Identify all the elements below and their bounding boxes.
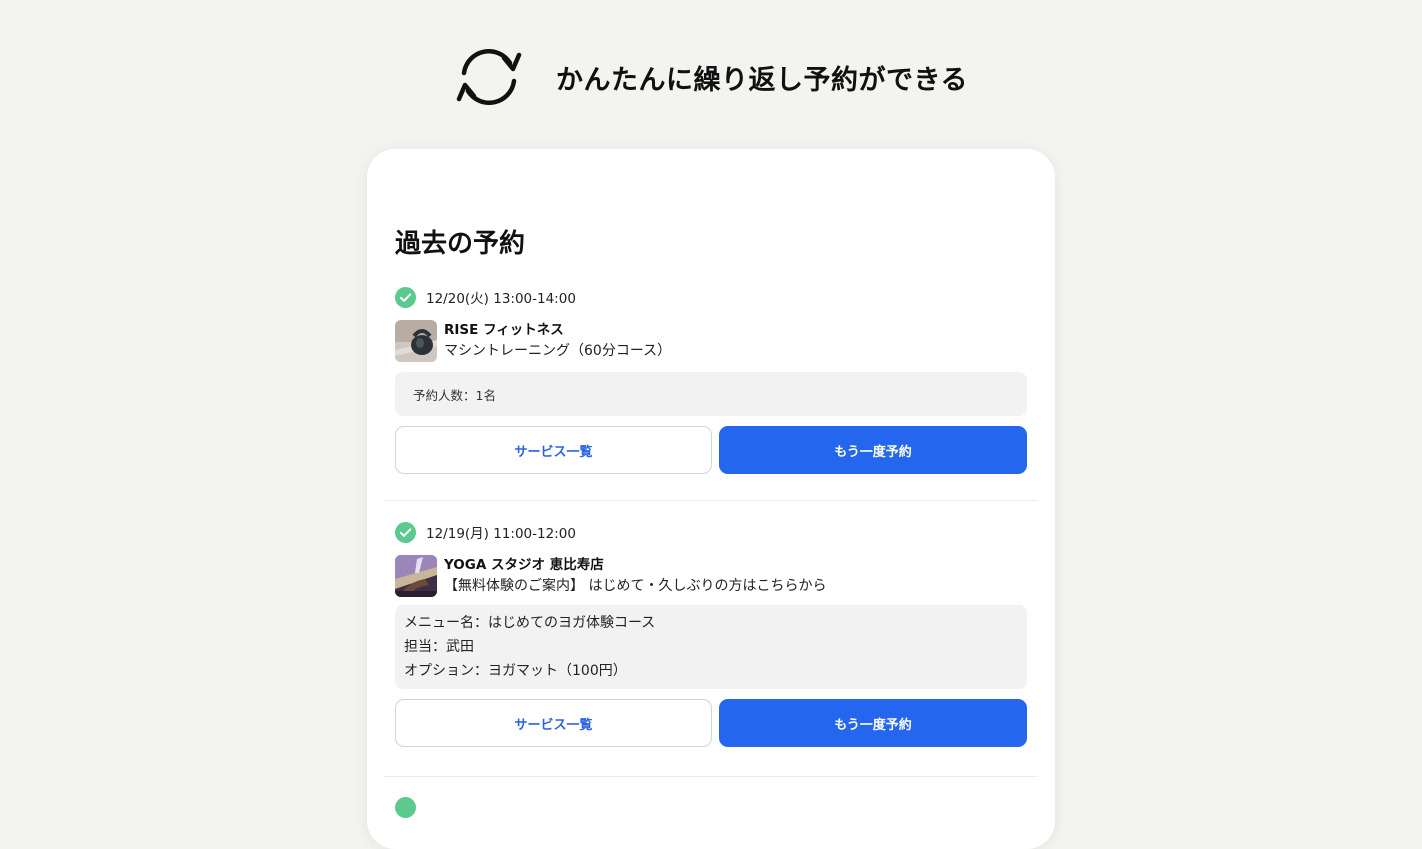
detail-line: 予約人数：1名 xyxy=(413,388,496,403)
kettlebell-image xyxy=(395,320,437,362)
detail-line: メニュー名：はじめてのヨガ体験コース xyxy=(404,615,656,631)
booking-details: メニュー名：はじめてのヨガ体験コース 担当：武田 オプション：ヨガマット（100… xyxy=(395,605,1027,689)
booking-item: 12/20(火) 13:00-14:00 RISE フィットネス マシントレーニ… xyxy=(395,286,1027,474)
hero-title: かんたんに繰り返し予約ができる xyxy=(556,64,968,96)
shop-row: RISE フィットネス マシントレーニング（60分コース） xyxy=(395,320,1027,362)
shop-row: YOGA スタジオ 恵比寿店 【無料体験のご案内】 はじめて・久しぶりの方はこち… xyxy=(395,555,1027,597)
shop-thumbnail xyxy=(395,555,437,597)
detail-line: オプション：ヨガマット（100円） xyxy=(404,663,627,679)
service-list-button[interactable]: サービス一覧 xyxy=(395,426,712,474)
booking-date-row: 12/19(月) 11:00-12:00 xyxy=(395,521,1027,543)
shop-name[interactable]: RISE フィットネス xyxy=(444,320,671,340)
service-list-button[interactable]: サービス一覧 xyxy=(395,699,712,747)
service-name: マシントレーニング（60分コース） xyxy=(444,343,672,359)
shop-name[interactable]: YOGA スタジオ 恵比寿店 xyxy=(444,555,826,575)
divider xyxy=(384,776,1038,777)
booking-date: 12/19(月) 11:00-12:00 xyxy=(426,526,576,542)
booking-actions: サービス一覧 もう一度予約 xyxy=(395,426,1027,474)
past-bookings-card: 過去の予約 12/20(火) 13:00-14:00 RISE フィットネス マ… xyxy=(367,149,1055,849)
service-name: 【無料体験のご案内】 はじめて・久しぶりの方はこちらから xyxy=(444,578,827,594)
refresh-icon xyxy=(456,48,522,106)
rebook-button[interactable]: もう一度予約 xyxy=(719,699,1027,747)
booking-date: 12/20(火) 13:00-14:00 xyxy=(426,291,576,307)
rebook-button[interactable]: もう一度予約 xyxy=(719,426,1027,474)
hero-header: かんたんに繰り返し予約ができる xyxy=(0,44,1422,110)
booking-date-row: 12/20(火) 13:00-14:00 xyxy=(395,286,1027,308)
check-circle-icon xyxy=(395,797,416,818)
shop-thumbnail xyxy=(395,320,437,362)
detail-line: 担当：武田 xyxy=(404,639,474,655)
booking-actions: サービス一覧 もう一度予約 xyxy=(395,699,1027,747)
yoga-image xyxy=(395,555,437,597)
booking-details: 予約人数：1名 xyxy=(395,372,1027,416)
card-title: 過去の予約 xyxy=(395,229,526,259)
check-circle-icon xyxy=(395,521,416,543)
check-circle-icon xyxy=(395,286,416,308)
divider xyxy=(384,500,1038,501)
booking-item: 12/19(月) 11:00-12:00 YOGA スタジオ 恵比寿店 【無料体… xyxy=(395,521,1027,747)
